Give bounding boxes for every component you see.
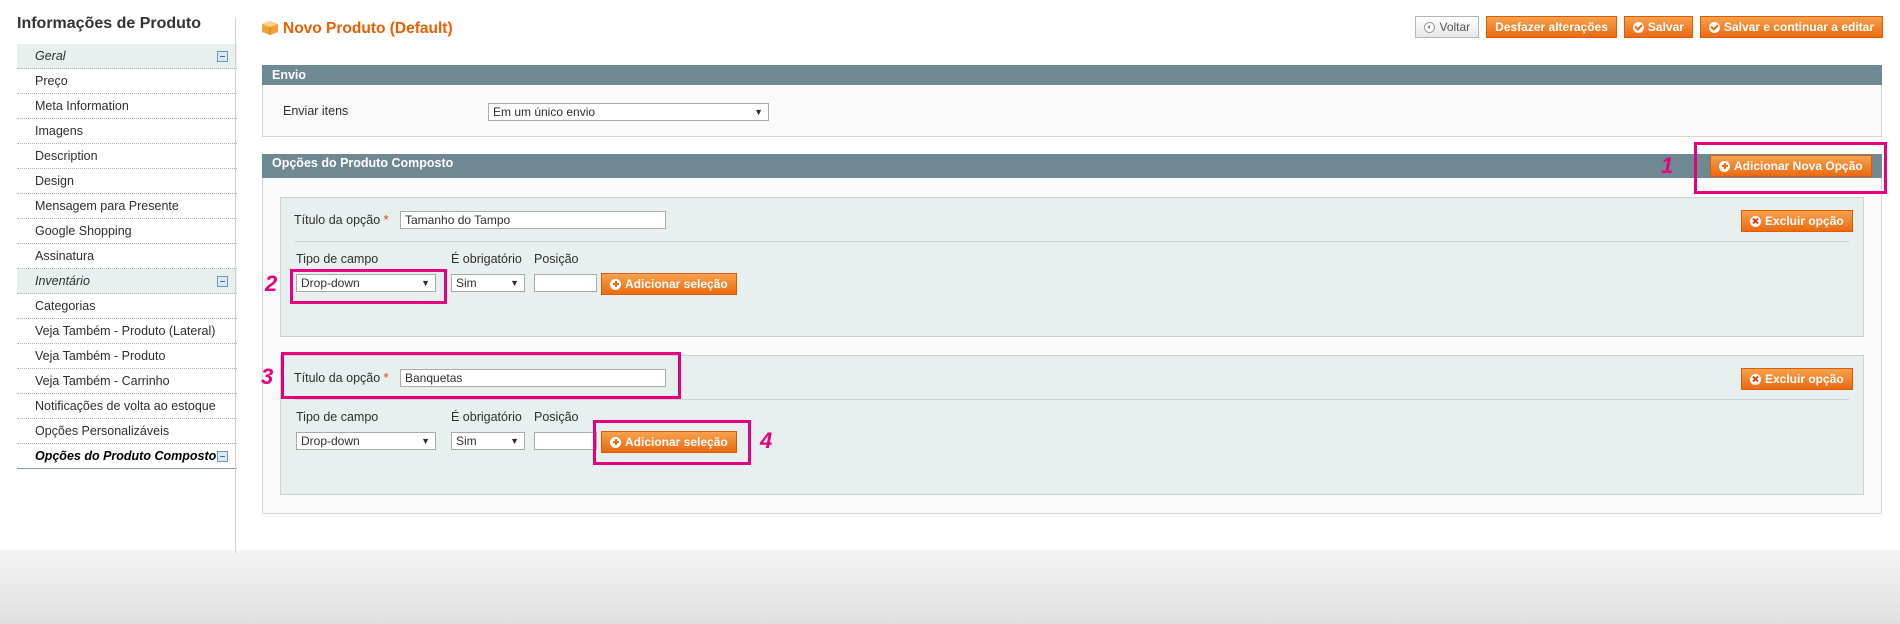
annotation-number-1: 1 [1661,153,1674,178]
sidebar-item-description[interactable]: Description [17,144,237,169]
sidebar-item-geral[interactable]: Geral [17,44,237,69]
collapse-icon[interactable] [217,51,228,62]
option-title-label-text: Título da opção [294,213,381,227]
sidebar-item-gift-message[interactable]: Mensagem para Presente [17,194,237,219]
option-title-label: Título da opção * [294,213,389,227]
sidebar-item-label: Geral [35,49,66,63]
delete-icon [1750,215,1761,227]
bundle-section-header: Opções do Produto Composto [262,154,1882,178]
delete-option-button[interactable]: Excluir opção [1741,368,1853,390]
ship-items-select[interactable]: Em um único envio ▼ [488,103,769,121]
check-icon [1708,21,1720,33]
collapse-icon[interactable] [217,276,228,287]
save-continue-button-label: Salvar e continuar a editar [1723,19,1874,34]
sidebar-item-categorias[interactable]: Categorias [17,294,237,319]
delete-icon [1750,373,1761,385]
is-required-value: Sim [456,276,477,290]
is-required-select[interactable]: Sim ▼ [451,274,525,292]
highlight-box-3 [281,352,681,399]
is-required-select[interactable]: Sim ▼ [451,432,525,450]
position-header: Posição [534,252,579,266]
sidebar-item-assinatura[interactable]: Assinatura [17,244,237,269]
option-divider [295,241,1849,242]
bundle-section-title: Opções do Produto Composto [272,156,454,170]
delete-option-button[interactable]: Excluir opção [1741,210,1853,232]
reset-button[interactable]: Desfazer alterações [1486,16,1617,38]
dropdown-arrow-icon: ▼ [754,107,763,117]
is-required-header: É obrigatório [451,252,522,266]
add-selection-label: Adicionar seleção [625,276,728,291]
annotation-number-3: 3 [261,364,274,389]
page-title: Novo Produto (Default) [262,18,453,40]
check-icon [1632,21,1644,33]
save-button[interactable]: Salvar [1623,16,1693,38]
sidebar-item-google-shopping[interactable]: Google Shopping [17,219,237,244]
collapse-icon[interactable] [217,451,228,462]
sidebar-item-upsell-lateral[interactable]: Veja Também - Produto (Lateral) [17,319,237,344]
ship-items-value: Em um único envio [493,105,596,119]
delete-option-label: Excluir opção [1765,213,1844,228]
sidebar-item-crosssell-carrinho[interactable]: Veja Também - Carrinho [17,369,237,394]
dropdown-arrow-icon: ▼ [510,278,519,288]
ship-items-label: Enviar itens [283,104,349,118]
reset-button-label: Desfazer alterações [1495,19,1608,34]
sidebar-item-meta-information[interactable]: Meta Information [17,94,237,119]
position-input[interactable] [534,432,597,450]
add-selection-button[interactable]: Adicionar seleção [601,273,737,295]
sidebar-item-upsell-produto[interactable]: Veja Também - Produto [17,344,237,369]
sidebar-item-custom-options[interactable]: Opções Personalizáveis [17,419,237,444]
required-mark: * [383,213,389,227]
highlight-box-2 [290,269,447,304]
highlight-box-4 [593,420,751,465]
sidebar-item-design[interactable]: Design [17,169,237,194]
field-type-select[interactable]: Drop-down ▼ [296,432,436,450]
sidebar-item-label: Inventário [35,274,90,288]
dropdown-arrow-icon: ▼ [510,436,519,446]
sidebar-divider [235,18,236,553]
sidebar-item-stock-alerts[interactable]: Notificações de volta ao estoque [17,394,237,419]
plus-icon [610,278,621,290]
back-arrow-icon [1424,21,1436,33]
position-header: Posição [534,410,579,424]
dropdown-arrow-icon: ▼ [421,436,430,446]
sidebar-item-inventario[interactable]: Inventário [17,269,237,294]
header-actions: Voltar Desfazer alterações Salvar Salvar… [1415,16,1883,38]
field-type-header: Tipo de campo [296,410,379,424]
sidebar-item-imagens[interactable]: Imagens [17,119,237,144]
product-info-sidebar: Informações de Produto Geral Preço Meta … [17,15,237,469]
save-button-label: Salvar [1647,19,1684,34]
annotation-number-2: 2 [265,271,278,296]
sidebar-item-label: Opções do Produto Composto [35,449,217,463]
shipping-section-header: Envio [262,65,1882,85]
page-title-text: Novo Produto (Default) [283,20,453,37]
bundle-option-1: Título da opção * Tamanho do Tampo Exclu… [280,197,1864,337]
option-divider [295,399,1849,400]
highlight-box-1 [1694,142,1887,194]
is-required-header: É obrigatório [451,410,522,424]
option-title-input[interactable]: Tamanho do Tampo [400,211,666,229]
field-type-header: Tipo de campo [296,252,379,266]
product-box-icon [262,21,278,35]
sidebar-item-bundle-options[interactable]: Opções do Produto Composto [17,444,237,469]
field-type-value: Drop-down [301,434,360,448]
shipping-section-body: Enviar itens Em um único envio ▼ [262,85,1882,137]
sidebar-title: Informações de Produto [17,15,202,32]
save-continue-button[interactable]: Salvar e continuar a editar [1699,16,1883,38]
back-button-label: Voltar [1439,19,1471,34]
delete-option-label: Excluir opção [1765,371,1844,386]
annotation-number-4: 4 [760,428,773,453]
position-input[interactable] [534,274,597,292]
back-button[interactable]: Voltar [1415,16,1480,38]
page-footer-gradient [0,550,1900,624]
is-required-value: Sim [456,434,477,448]
sidebar-item-preco[interactable]: Preço [17,69,237,94]
